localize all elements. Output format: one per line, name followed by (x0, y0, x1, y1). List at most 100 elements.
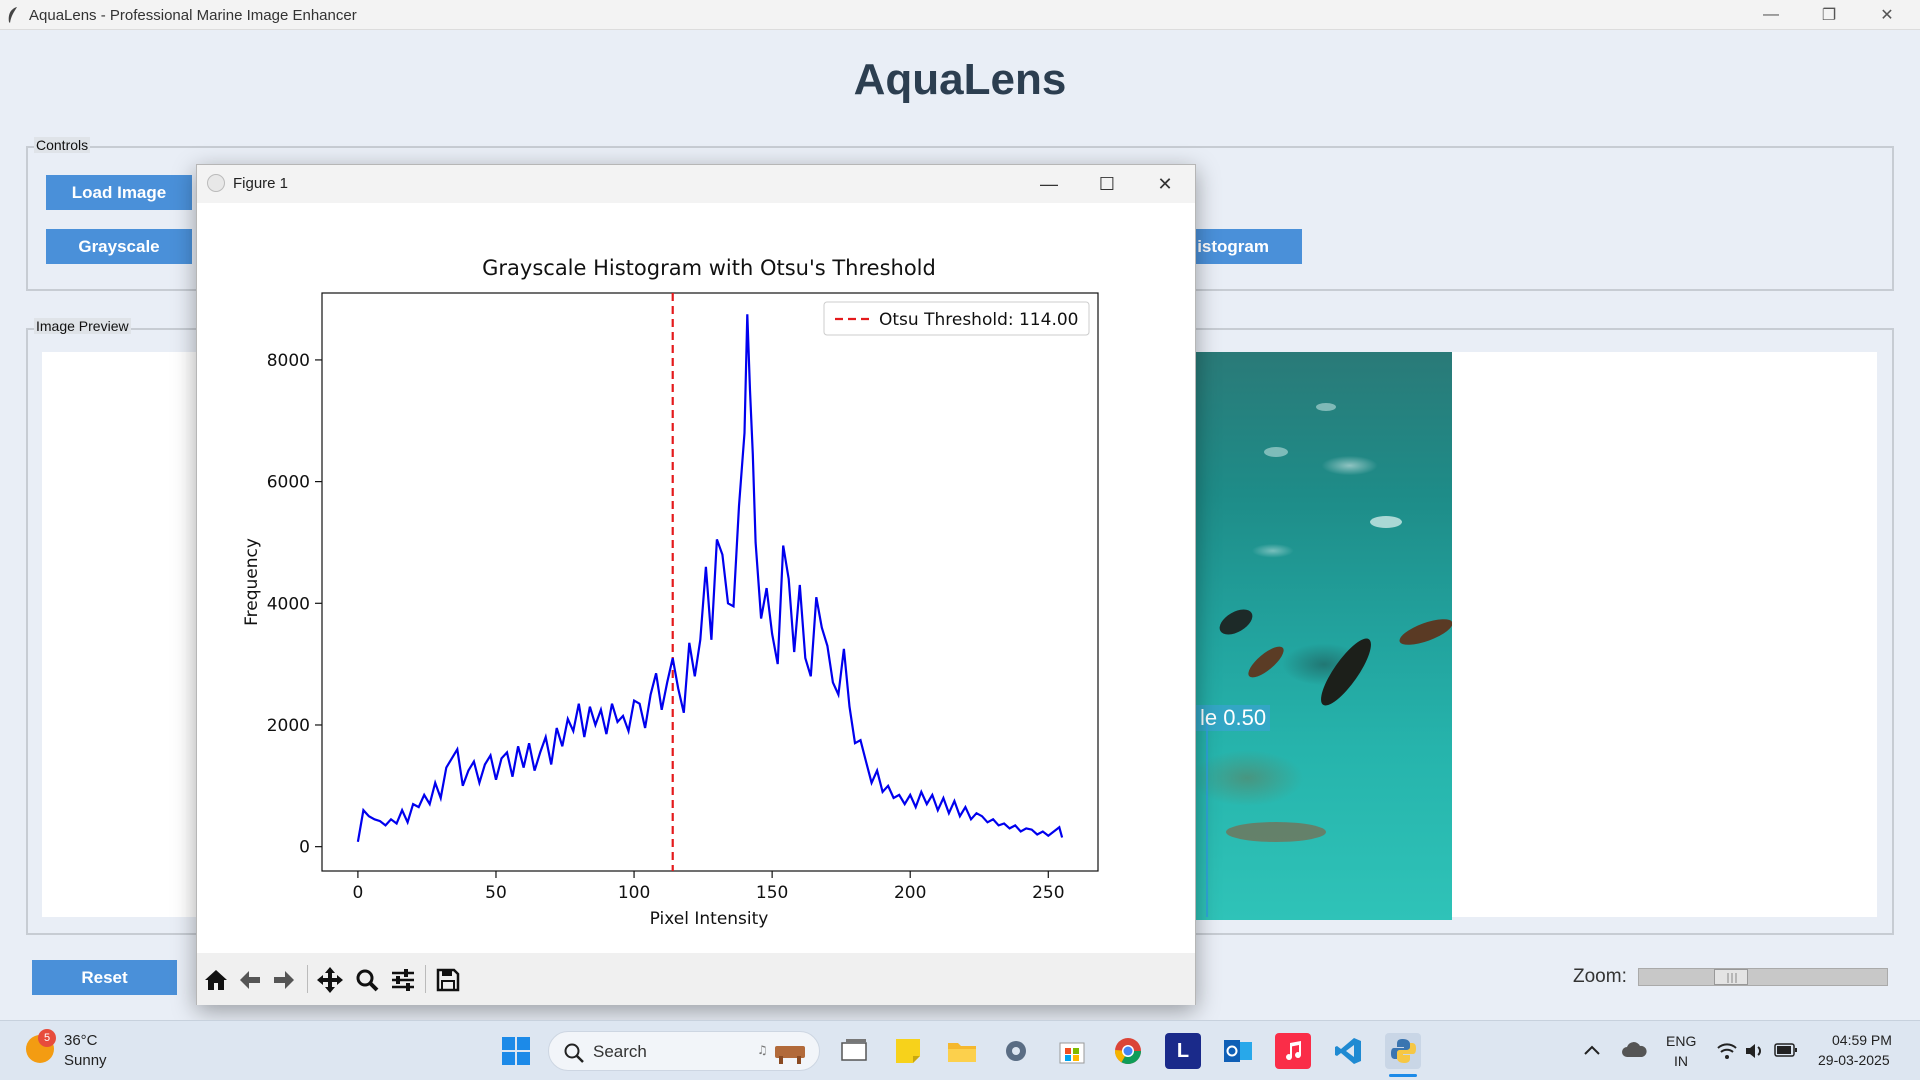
x-tick-label: 50 (485, 883, 507, 903)
minimize-button[interactable]: — (1742, 0, 1800, 30)
chrome-icon (1114, 1038, 1142, 1065)
figure-close-button[interactable]: ✕ (1136, 165, 1194, 203)
restore-button[interactable]: ❐ (1800, 0, 1858, 30)
load-image-button[interactable]: Load Image (46, 175, 192, 210)
x-tick-label: 200 (894, 883, 926, 903)
vscode-button[interactable] (1330, 1033, 1366, 1069)
zoom-label: Zoom: (1573, 966, 1627, 987)
arrow-right-icon (274, 971, 294, 989)
floppy-disk-icon (436, 968, 460, 992)
feather-app-icon (8, 7, 17, 23)
magnifier-icon (356, 969, 379, 992)
chrome-button[interactable] (1110, 1033, 1146, 1069)
home-icon (205, 970, 227, 990)
onedrive-cloud-icon[interactable] (1620, 1039, 1648, 1061)
python-icon (1391, 1039, 1416, 1063)
controls-label: Controls (34, 137, 91, 153)
slider-grip-icon (1727, 973, 1737, 983)
task-view-button[interactable] (836, 1033, 872, 1069)
settings-button[interactable] (998, 1033, 1034, 1069)
window-titlebar[interactable]: AquaLens - Professional Marine Image Enh… (0, 0, 1920, 30)
detection-label: le 0.50 (1196, 705, 1271, 731)
figure-title: Figure 1 (233, 175, 289, 192)
y-tick-label: 8000 (267, 351, 310, 371)
underwater-scene (1206, 403, 1452, 917)
store-icon (1059, 1042, 1085, 1064)
folder-icon (948, 1043, 976, 1062)
close-button[interactable]: ✕ (1858, 0, 1916, 30)
battery-icon[interactable] (1774, 1042, 1798, 1058)
language-top[interactable]: ENG (1666, 1033, 1696, 1049)
chart-legend: Otsu Threshold: 114.00 (823, 301, 1090, 336)
y-tick-label: 0 (299, 838, 310, 858)
taskbar-search[interactable]: Search ♫ (548, 1031, 820, 1071)
arrow-left-icon (240, 971, 260, 989)
zoom-slider[interactable] (1638, 968, 1888, 986)
svg-text:♫: ♫ (757, 1043, 768, 1057)
figure-titlebar[interactable]: Figure 1 — ☐ ✕ (197, 165, 1195, 203)
grayscale-button[interactable]: Grayscale (46, 229, 192, 264)
speaker-icon[interactable] (1744, 1041, 1766, 1061)
y-axis-label: Frequency (242, 538, 262, 626)
clock-time[interactable]: 04:59 PM (1832, 1032, 1892, 1048)
file-explorer-button[interactable] (944, 1033, 980, 1069)
wifi-icon[interactable] (1716, 1041, 1738, 1061)
task-view-icon (841, 1039, 867, 1061)
l-app-button[interactable]: L (1165, 1033, 1201, 1069)
pan-button[interactable] (315, 965, 345, 995)
sticky-notes-icon (896, 1039, 920, 1063)
sticky-notes-button[interactable] (890, 1033, 926, 1069)
weather-temp[interactable]: 36°C (64, 1032, 98, 1049)
figure-maximize-button[interactable]: ☐ (1078, 165, 1136, 203)
x-tick-label: 100 (618, 883, 650, 903)
y-tick-label: 6000 (267, 473, 310, 493)
x-tick-label: 0 (352, 883, 363, 903)
window-title: AquaLens - Professional Marine Image Enh… (29, 7, 357, 24)
clock-date: 29-03-2025 (1818, 1052, 1890, 1068)
x-axis-label: Pixel Intensity (650, 909, 769, 929)
histogram-chart[interactable]: Grayscale Histogram with Otsu's Threshol… (197, 203, 1195, 953)
zoom-slider-thumb[interactable] (1714, 969, 1748, 985)
forward-button[interactable] (269, 965, 299, 995)
configure-subplots-button[interactable] (388, 965, 418, 995)
toolbar-separator (307, 965, 308, 993)
axes-frame (321, 292, 1099, 872)
sliders-icon (392, 969, 414, 991)
search-label: Search (593, 1042, 647, 1061)
windows-icon (502, 1037, 530, 1065)
vscode-icon (1335, 1038, 1361, 1064)
histogram-series-line (356, 314, 1064, 842)
save-figure-button[interactable] (433, 965, 463, 995)
home-button[interactable] (201, 965, 231, 995)
image-preview-label: Image Preview (34, 318, 131, 334)
taskbar: 5 36°C Sunny Search ♫ L ENG IN 04:59 PM … (0, 1020, 1920, 1080)
back-button[interactable] (235, 965, 265, 995)
move-icon (317, 967, 343, 993)
reset-button[interactable]: Reset (32, 960, 177, 995)
figure-minimize-button[interactable]: — (1020, 165, 1078, 203)
x-tick-label: 150 (756, 883, 788, 903)
python-app-button[interactable] (1385, 1033, 1421, 1069)
outlook-button[interactable] (1220, 1033, 1256, 1069)
toolbar-separator (425, 965, 426, 993)
zoom-button[interactable] (352, 965, 382, 995)
search-icon (564, 1043, 584, 1063)
app-title: AquaLens (853, 55, 1067, 104)
store-button[interactable] (1054, 1033, 1090, 1069)
weather-badge: 5 (38, 1029, 56, 1047)
underwater-image (1196, 352, 1452, 920)
legend-threshold-label: Otsu Threshold: 114.00 (879, 310, 1078, 330)
chevron-up-icon[interactable] (1582, 1041, 1602, 1059)
y-tick-label: 2000 (267, 716, 310, 736)
active-app-indicator (1389, 1074, 1417, 1077)
figure-toolbar (197, 953, 1195, 1005)
gear-icon (1006, 1041, 1026, 1061)
figure-window: Figure 1 — ☐ ✕ Grayscale Histogram with … (196, 164, 1196, 1005)
language-bottom: IN (1674, 1053, 1688, 1069)
music-button[interactable] (1275, 1033, 1311, 1069)
search-highlight-icon: ♫ (757, 1043, 805, 1064)
music-note-icon (1286, 1041, 1302, 1061)
start-button[interactable] (498, 1033, 534, 1069)
weather-desc: Sunny (64, 1052, 107, 1069)
y-tick-label: 4000 (267, 594, 310, 614)
